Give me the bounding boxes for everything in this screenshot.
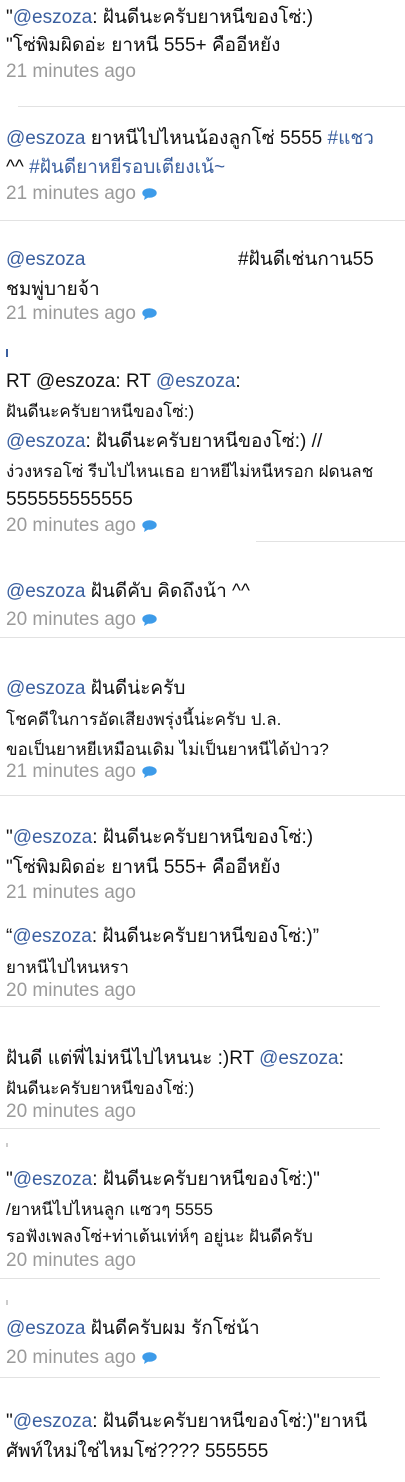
tweet-timestamp: 20 minutes ago — [6, 1250, 136, 1271]
tweet-text: "โซ่พิมผิดอ่ะ ยาหนี 555+ คืออีหยัง — [6, 857, 281, 878]
tweet-text: ฝันดีนะครับยาหนีของโซ่:) — [6, 402, 195, 421]
tweet[interactable]: @eszoza ฝันดีคับ คิดถึงน้า ^^ 20 minutes… — [0, 560, 405, 640]
tweet-text: @eszoza: ฝันดีนะครับยาหนีของโซ่:) // — [6, 431, 323, 452]
tweet-timestamp: 20 minutes ago — [6, 608, 157, 632]
speech-bubble-icon[interactable] — [142, 515, 157, 532]
mention-link[interactable]: @eszoza — [13, 1411, 93, 1432]
separator — [0, 1278, 380, 1279]
tweet-text: ยาหนีไปไหนหรา — [6, 958, 129, 977]
separator — [0, 1128, 380, 1129]
separator — [6, 1143, 8, 1147]
mention-link[interactable]: @eszoza — [12, 926, 92, 947]
speech-bubble-icon[interactable] — [142, 1347, 157, 1364]
tweet-text: ฝันดี แต่พี่ไม่หนีไปไหนนะ :)RT @eszoza: — [6, 1048, 344, 1069]
tweet-text: “@eszoza: ฝันดีนะครับยาหนีของโซ่:)” — [6, 926, 320, 947]
tweet-timestamp: 21 minutes ago — [6, 882, 136, 903]
speech-bubble-icon[interactable] — [142, 303, 157, 320]
separator — [0, 637, 405, 638]
tweet[interactable]: "@eszoza: ฝันดีนะครับยาหนีของโซ่:)" /ยาห… — [0, 1150, 405, 1280]
separator — [0, 1377, 380, 1378]
tweet-text: ง่วงหรอโซ่ รีบไปไหนเธอ ยาหยีไม่หนีหรอก ฝ… — [6, 462, 374, 481]
tweet[interactable]: "@eszoza: ฝันดีนะครับยาหนีของโซ่:) "โซ่พ… — [0, 810, 405, 905]
hashtag-link[interactable]: #แชว — [328, 128, 374, 149]
tweet-text: ^^ #ฝันดียาหยีรอบเตียงเน้~ — [6, 157, 226, 178]
speech-bubble-icon[interactable] — [142, 183, 157, 200]
tweet-text: ฝันดีนะครับยาหนีของโซ่:) — [6, 1079, 195, 1098]
tweet[interactable]: @eszoza ฝันดีน่ะครับ โชคดีในการอัดเสียงพ… — [0, 660, 405, 800]
tweet-text: RT @eszoza: RT @eszoza: — [6, 371, 241, 392]
mention-link[interactable]: @eszoza — [6, 678, 86, 699]
tweet-timestamp: 20 minutes ago — [6, 1346, 157, 1370]
mention-link[interactable]: @eszoza — [6, 431, 86, 452]
tweet[interactable]: RT @eszoza: RT @eszoza: ฝันดีนะครับยาหนี… — [0, 360, 405, 560]
tweet-timestamp: 21 minutes ago — [6, 182, 157, 206]
tweet-text: @eszoza ฝันดีคับ คิดถึงน้า ^^ — [6, 581, 250, 602]
separator — [6, 349, 8, 357]
mention-link[interactable]: @eszoza — [13, 1169, 93, 1190]
tweet-text: /ยาหนีไปไหนลูก แซวๆ 5555 — [6, 1200, 213, 1219]
tweet-text: 555555555555 — [6, 489, 133, 510]
mention-link[interactable]: @eszoza — [6, 581, 86, 602]
separator — [0, 795, 405, 796]
tweet-text: รอฟังเพลงโซ่+ท่าเต้นเท่ห์ๆ อยู่นะ ฝันดีค… — [6, 1227, 313, 1246]
mention-link[interactable]: @eszoza — [6, 128, 86, 149]
tweet-feed: "@eszoza: ฝันดีนะครับยาหนีของโซ่:) "โซ่พ… — [0, 0, 405, 1482]
tweet-text: "@eszoza: ฝันดีนะครับยาหนีของโซ่:) — [6, 827, 314, 848]
tweet[interactable]: "@eszoza: ฝันดีนะครับยาหนีของโซ่:) "โซ่พ… — [0, 0, 405, 110]
tweet-text: โชคดีในการอัดเสียงพรุ่งนี้น่ะครับ ป.ล. — [6, 710, 282, 729]
tweet-timestamp: 20 minutes ago — [6, 1101, 136, 1122]
tweet-timestamp: 21 minutes ago — [6, 302, 157, 326]
tweet-text: @eszoza #ฝันดีเช่นกาน55 — [6, 248, 398, 272]
tweet-text: "@eszoza: ฝันดีนะครับยาหนีของโซ่:)"ยาหนี — [6, 1411, 368, 1432]
speech-bubble-icon[interactable] — [142, 609, 157, 626]
mention-link[interactable]: @eszoza — [13, 827, 93, 848]
mention-link[interactable]: @eszoza — [156, 371, 236, 392]
tweet-text: @eszoza ฝันดีครับผม รักโซ่น้า — [6, 1318, 260, 1339]
tweet[interactable]: @eszoza ฝันดีครับผม รักโซ่น้า 20 minutes… — [0, 1300, 405, 1375]
mention-link[interactable]: @eszoza — [6, 1318, 86, 1339]
separator — [0, 220, 405, 221]
tweet-text: "@eszoza: ฝันดีนะครับยาหนีของโซ่:)" — [6, 1169, 320, 1190]
tweet-text: ศัพท์ใหม่ใช่ไหมโซ่???? 555555 — [6, 1441, 269, 1462]
tweet[interactable]: “@eszoza: ฝันดีนะครับยาหนีของโซ่:)” ยาหน… — [0, 910, 405, 1010]
tweet-text: "@eszoza: ฝันดีนะครับยาหนีของโซ่:) — [6, 7, 314, 28]
separator — [256, 541, 405, 542]
separator — [18, 106, 405, 107]
tweet-text: @eszoza ฝันดีน่ะครับ — [6, 678, 186, 699]
tweet-timestamp: 20 minutes ago — [6, 980, 136, 1001]
tweet[interactable]: ฝันดี แต่พี่ไม่หนีไปไหนนะ :)RT @eszoza: … — [0, 1030, 405, 1130]
separator — [0, 1006, 380, 1007]
mention-link[interactable]: @eszoza — [259, 1048, 339, 1069]
hashtag-link[interactable]: #ฝันดียาหยีรอบเตียงเน้~ — [29, 157, 225, 178]
tweet-text: "โซ่พิมผิดอ่ะ ยาหนี 555+ คืออีหยัง — [6, 35, 281, 56]
tweet-text: @eszoza ยาหนีไปไหนน้องลูกโซ่ 5555 #แชว — [6, 128, 374, 149]
tweet-text: ขอเป็นยาหยีเหมือนเดิม ไม่เป็นยาหนีได้ป่า… — [6, 740, 329, 759]
tweet[interactable]: "@eszoza: ฝันดีนะครับยาหนีของโซ่:)"ยาหนี… — [0, 1400, 405, 1482]
speech-bubble-icon[interactable] — [142, 761, 157, 778]
mention-link[interactable]: @eszoza — [13, 7, 93, 28]
tweet[interactable]: @eszoza ยาหนีไปไหนน้องลูกโซ่ 5555 #แชว ^… — [0, 110, 405, 230]
tweet[interactable]: @eszoza #ฝันดีเช่นกาน55 ชมพู่บายจ้า 21 mi… — [0, 230, 405, 340]
tweet-text: ชมพู่บายจ้า — [6, 279, 100, 300]
tweet-timestamp: 21 minutes ago — [6, 760, 157, 784]
mention-link[interactable]: @eszoza — [6, 249, 86, 270]
tweet-timestamp: 20 minutes ago — [6, 514, 157, 538]
tweet-timestamp: 21 minutes ago — [6, 61, 136, 82]
hashtag-link[interactable]: #ฝันดีเช่นกาน55 — [238, 248, 374, 272]
